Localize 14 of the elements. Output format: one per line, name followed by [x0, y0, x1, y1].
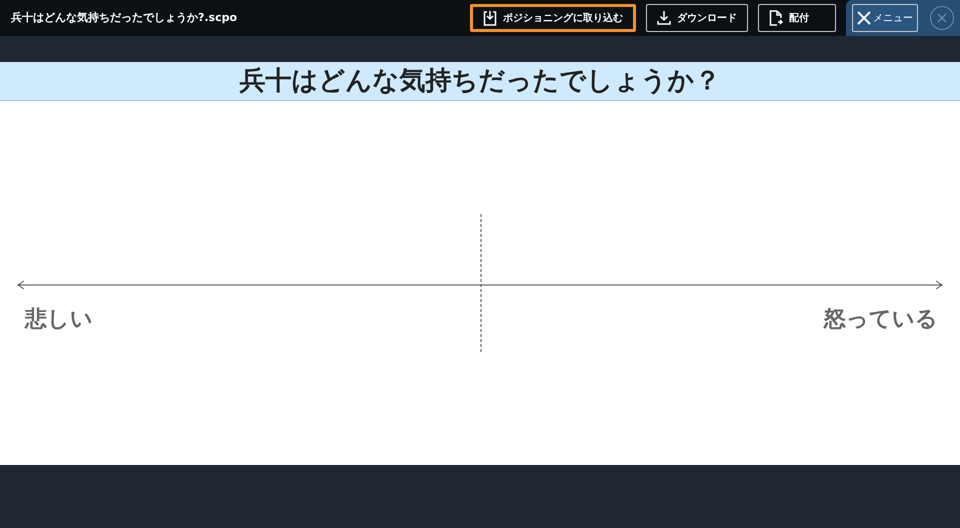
- close-icon: [937, 13, 947, 23]
- menu-button[interactable]: メニュー: [852, 4, 918, 32]
- close-icon: [857, 11, 871, 25]
- download-icon: [657, 10, 671, 26]
- right-label: 怒っている: [824, 306, 938, 334]
- document-icon: [769, 10, 783, 26]
- window-title: 兵十はどんな気持ちだったでしょうか?.scpo: [11, 10, 238, 26]
- question-title: 兵十はどんな気持ちだったでしょうか？: [240, 64, 720, 98]
- toolbar-button[interactable]: ダウンロード: [646, 4, 748, 32]
- toolbar-button[interactable]: 配付: [758, 4, 836, 32]
- import-icon: [483, 10, 497, 26]
- close-button[interactable]: [930, 6, 954, 30]
- left-label: 悲しい: [25, 306, 93, 334]
- toolbar-button[interactable]: ポジショニングに取り込む: [470, 4, 636, 32]
